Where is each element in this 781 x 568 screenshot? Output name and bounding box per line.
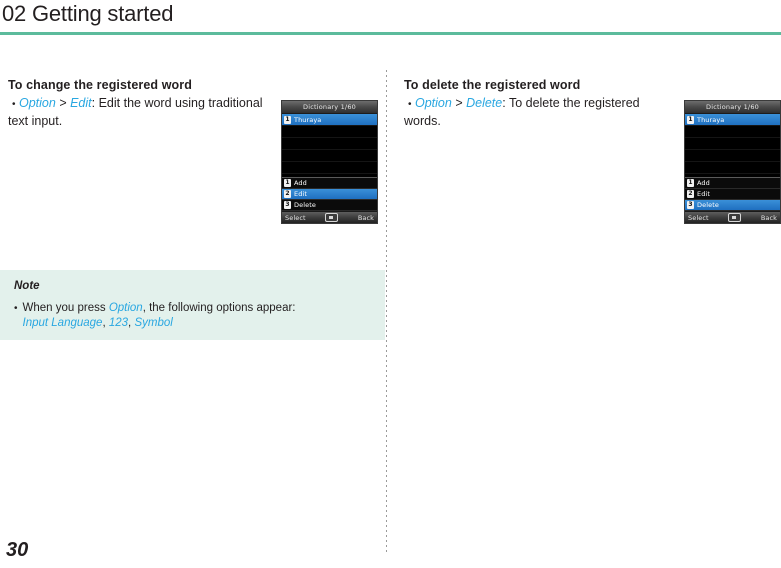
empty-list-row bbox=[685, 150, 780, 162]
softkey-select[interactable]: Select bbox=[285, 214, 306, 222]
dictionary-list-item[interactable]: 1 Thuraya bbox=[685, 114, 780, 126]
menu-item-delete[interactable]: 3 Delete bbox=[685, 200, 780, 211]
page-header: 02 Getting started bbox=[0, 0, 781, 36]
menu-item-label: Delete bbox=[697, 201, 719, 209]
keyword-option: Option bbox=[108, 302, 143, 314]
item-index-badge: 2 bbox=[687, 190, 694, 198]
item-label: Thuraya bbox=[697, 115, 725, 124]
dictionary-list-item[interactable]: 1 Thuraya bbox=[282, 114, 377, 126]
softkey-back[interactable]: Back bbox=[358, 214, 374, 222]
chapter-title: 02 Getting started bbox=[2, 1, 174, 26]
keyword-input-language: Input Language bbox=[22, 317, 103, 329]
separator: > bbox=[451, 96, 467, 110]
header-rule bbox=[0, 32, 781, 35]
menu-item-label: Delete bbox=[294, 201, 316, 209]
keyword-option: Option bbox=[415, 96, 452, 110]
empty-list-row bbox=[685, 126, 780, 138]
empty-list-row bbox=[685, 162, 780, 174]
keyword-delete: Delete bbox=[466, 96, 503, 110]
separator: > bbox=[55, 96, 71, 110]
bullet-glyph: • bbox=[14, 303, 18, 314]
phone-softkey-bar: Select Back bbox=[282, 211, 377, 223]
page-number: 30 bbox=[6, 539, 29, 561]
empty-list-row bbox=[282, 126, 377, 138]
note-box: Note • When you press Option, the follow… bbox=[0, 270, 385, 340]
note-text-part1: When you press bbox=[22, 302, 109, 314]
menu-item-label: Add bbox=[697, 179, 710, 187]
ok-key-icon[interactable] bbox=[728, 213, 742, 222]
item-index-badge: 1 bbox=[687, 179, 694, 187]
item-index-badge: 1 bbox=[284, 115, 291, 124]
phone-option-menu: 1 Add 2 Edit 3 Delete bbox=[282, 177, 377, 211]
menu-item-edit[interactable]: 2 Edit bbox=[282, 189, 377, 200]
empty-list-row bbox=[282, 162, 377, 174]
menu-item-delete[interactable]: 3 Delete bbox=[282, 200, 377, 211]
note-text-part2: , the following options appear: bbox=[142, 302, 296, 314]
empty-list-row bbox=[685, 138, 780, 150]
softkey-select[interactable]: Select bbox=[688, 214, 709, 222]
empty-list-row bbox=[282, 138, 377, 150]
keyword-symbol: Symbol bbox=[134, 317, 173, 329]
item-index-badge: 1 bbox=[687, 115, 694, 124]
phone-title-bar: Dictionary 1/60 bbox=[282, 101, 377, 114]
item-index-badge: 2 bbox=[284, 190, 291, 198]
phone-screenshot-delete: Dictionary 1/60 1 Thuraya 1 Add 2 Edit 3… bbox=[684, 100, 781, 224]
left-section-heading: To change the registered word bbox=[8, 78, 192, 92]
empty-list-row bbox=[282, 150, 377, 162]
menu-item-label: Edit bbox=[294, 190, 307, 198]
right-body-text: • Option > Delete: To delete the registe… bbox=[404, 95, 666, 129]
menu-item-add[interactable]: 1 Add bbox=[282, 178, 377, 189]
bullet-glyph: • bbox=[12, 99, 16, 110]
phone-softkey-bar: Select Back bbox=[685, 211, 780, 223]
bullet-glyph: • bbox=[408, 99, 412, 110]
phone-screenshot-edit: Dictionary 1/60 1 Thuraya 1 Add 2 Edit 3… bbox=[281, 100, 378, 224]
menu-item-label: Add bbox=[294, 179, 307, 187]
ok-key-icon[interactable] bbox=[325, 213, 339, 222]
item-index-badge: 3 bbox=[284, 201, 291, 209]
item-label: Thuraya bbox=[294, 115, 322, 124]
note-text-wrapper: When you press Option, the following opt… bbox=[23, 301, 296, 331]
note-body: • When you press Option, the following o… bbox=[14, 301, 371, 331]
keyword-option: Option bbox=[19, 96, 56, 110]
item-index-badge: 1 bbox=[284, 179, 291, 187]
left-body-text: • Option > Edit: Edit the word using tra… bbox=[8, 95, 270, 129]
keyword-123: 123 bbox=[108, 317, 129, 329]
softkey-back[interactable]: Back bbox=[761, 214, 777, 222]
item-index-badge: 3 bbox=[687, 201, 694, 209]
menu-item-edit[interactable]: 2 Edit bbox=[685, 189, 780, 200]
menu-item-add[interactable]: 1 Add bbox=[685, 178, 780, 189]
column-divider bbox=[386, 70, 387, 555]
menu-item-label: Edit bbox=[697, 190, 710, 198]
phone-option-menu: 1 Add 2 Edit 3 Delete bbox=[685, 177, 780, 211]
phone-dictionary-list: 1 Thuraya bbox=[282, 114, 377, 177]
keyword-edit: Edit bbox=[70, 96, 92, 110]
note-title: Note bbox=[14, 280, 40, 292]
phone-dictionary-list: 1 Thuraya bbox=[685, 114, 780, 177]
right-section-heading: To delete the registered word bbox=[404, 78, 581, 92]
phone-title-bar: Dictionary 1/60 bbox=[685, 101, 780, 114]
